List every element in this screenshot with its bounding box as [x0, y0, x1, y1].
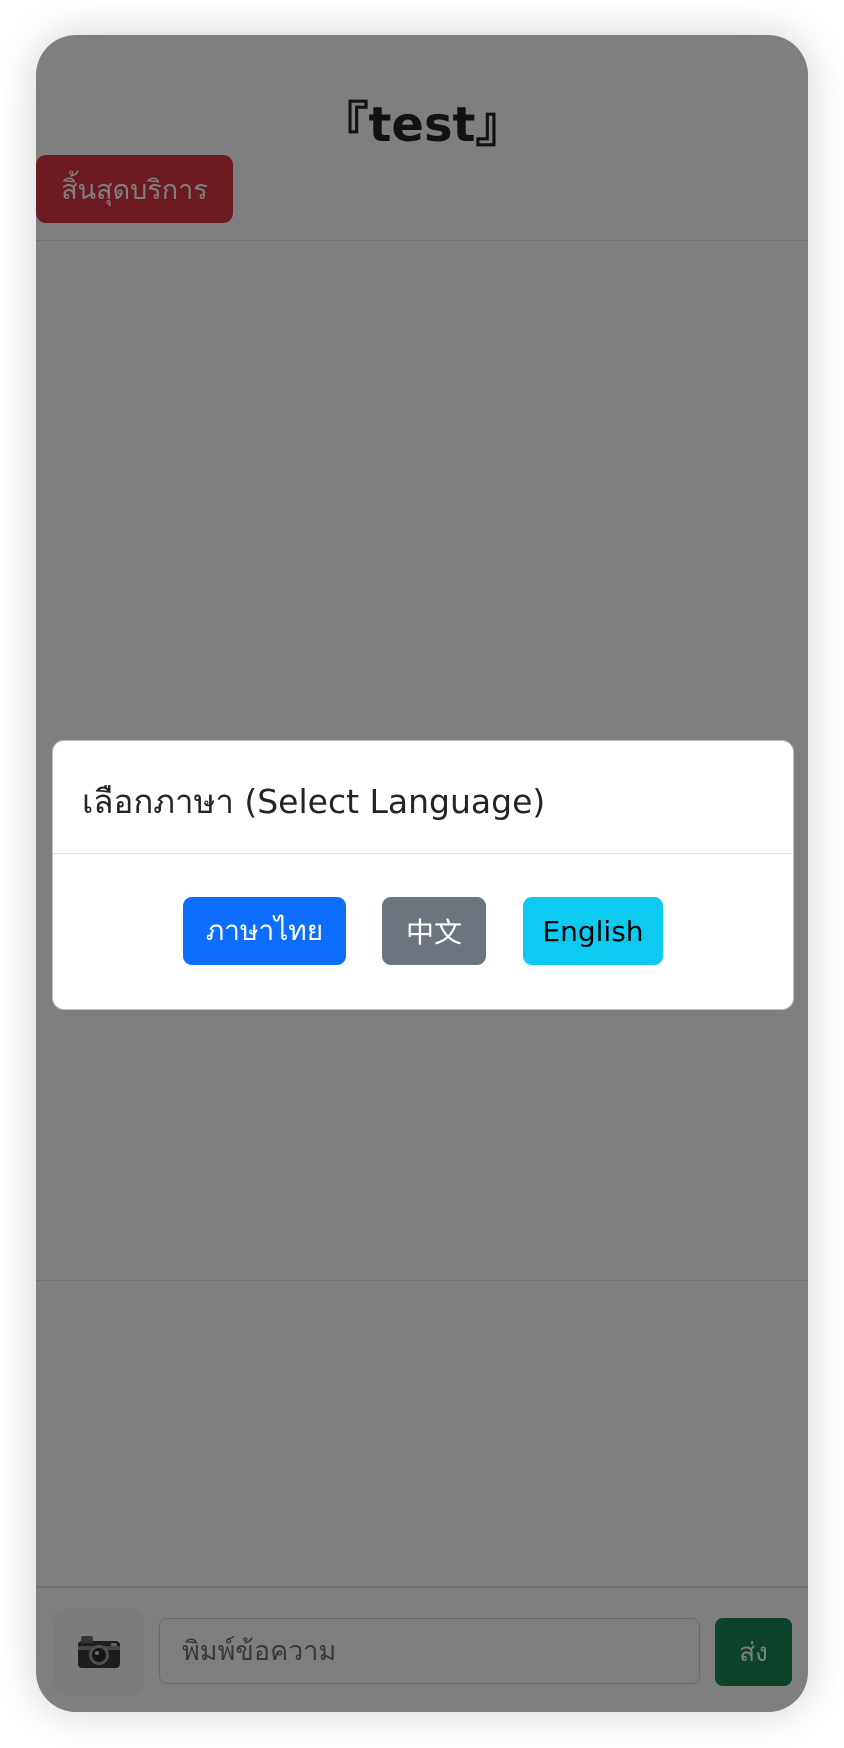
modal-header: เลือกภาษา (Select Language) [53, 741, 793, 854]
language-modal: เลือกภาษา (Select Language) ภาษาไทย 中文 E… [52, 740, 794, 1010]
modal-title: เลือกภาษา (Select Language) [82, 782, 546, 821]
thai-language-button[interactable]: ภาษาไทย [183, 897, 346, 965]
chinese-language-button[interactable]: 中文 [382, 897, 486, 965]
english-language-button[interactable]: English [523, 897, 663, 965]
